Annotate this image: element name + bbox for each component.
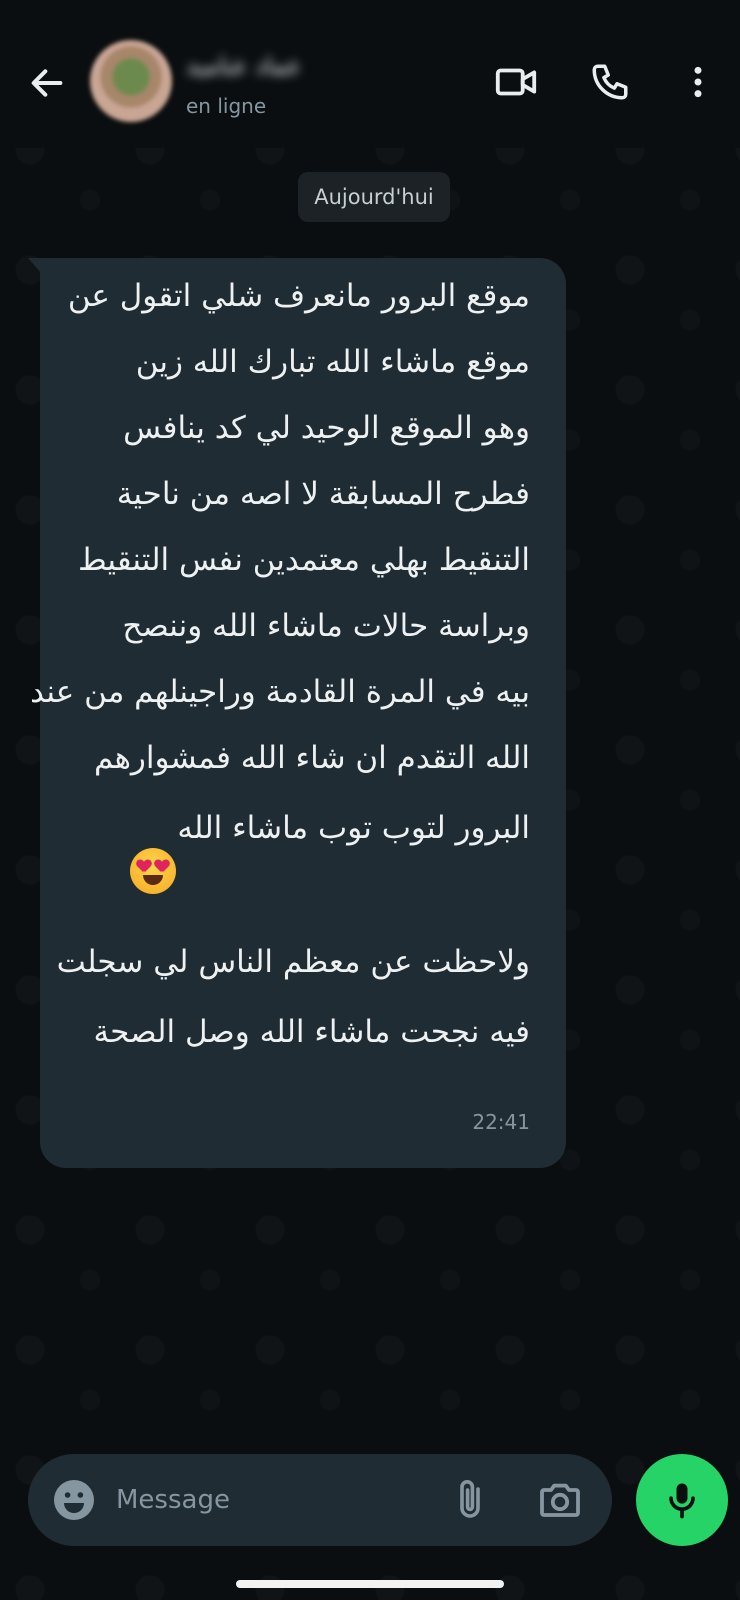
message-line: الله التقدم ان شاء الله فمشوارهم [93, 740, 530, 776]
date-separator: Aujourd'hui [298, 172, 450, 222]
emoji-icon [54, 1480, 94, 1520]
contact-status: en ligne [186, 94, 267, 118]
home-indicator[interactable] [236, 1580, 504, 1588]
message-line: بيه في المرة القادمة وراجينلهم من عند [30, 674, 530, 710]
message-line: فيه نجحت ماشاء الله وصل الصحة [93, 1014, 530, 1050]
phone-icon [592, 64, 628, 100]
incoming-message-bubble[interactable]: موقع البرور مانعرف شلي اتقول عن موقع ماش… [28, 258, 566, 1168]
more-options-button[interactable] [672, 56, 724, 108]
message-line: التنقيط بهلي معتمدين نفس التنقيط [77, 542, 530, 578]
message-input[interactable] [116, 1474, 416, 1526]
back-button[interactable] [22, 58, 72, 108]
video-call-button[interactable] [490, 56, 542, 108]
message-line: موقع ماشاء الله تبارك الله زين [135, 344, 530, 380]
attach-icon [460, 1480, 480, 1518]
message-line: وبراسة حالات ماشاء الله وننصح [122, 608, 530, 644]
emoji-button[interactable] [50, 1476, 98, 1524]
chat-header: عماد عناميد en ligne [0, 0, 740, 148]
mic-icon [669, 1483, 695, 1519]
contact-name[interactable]: عماد عناميد [186, 52, 336, 82]
message-line: وهو الموقع الوحيد لي كد ينافس [123, 410, 530, 446]
back-arrow-icon [31, 69, 63, 97]
camera-icon [540, 1483, 580, 1517]
video-call-icon [495, 68, 537, 96]
more-vert-icon [694, 66, 702, 98]
message-line: فطرح المسابقة لا اصه من ناحية [116, 476, 530, 512]
heart-eyes-emoji-icon [130, 848, 176, 894]
attach-button[interactable] [446, 1476, 494, 1524]
message-timestamp: 22:41 [472, 1110, 530, 1134]
contact-avatar[interactable] [90, 40, 172, 122]
voice-message-button[interactable] [636, 1454, 728, 1546]
voice-call-button[interactable] [584, 56, 636, 108]
message-line: موقع البرور مانعرف شلي اتقول عن [67, 278, 530, 314]
camera-button[interactable] [536, 1476, 584, 1524]
chat-screen: عماد عناميد en ligne Aujourd'hui موقع ال… [0, 0, 740, 1600]
message-line: البرور لتوب توب ماشاء الله [177, 810, 530, 846]
message-line: ولاحظت عن معظم الناس لي سجلت [56, 944, 530, 980]
message-composer [28, 1454, 612, 1546]
